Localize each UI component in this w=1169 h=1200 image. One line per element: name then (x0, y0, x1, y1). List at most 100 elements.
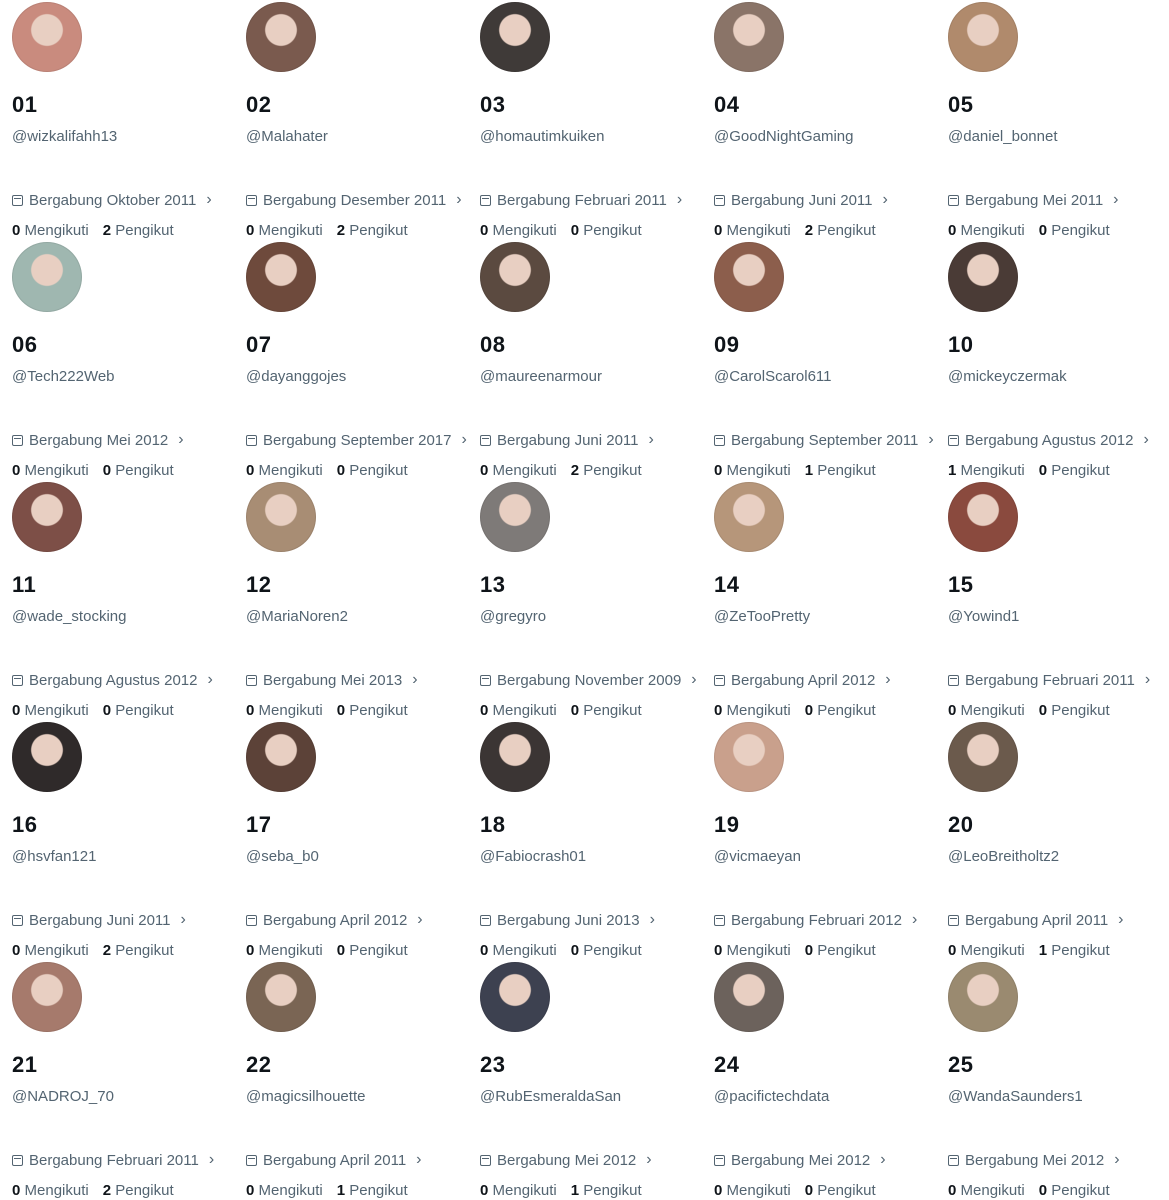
account-handle[interactable]: @gregyro (480, 608, 546, 625)
following-stat[interactable]: 0 Mengikuti (12, 222, 89, 239)
following-stat[interactable]: 0 Mengikuti (480, 462, 557, 479)
avatar[interactable] (714, 2, 784, 72)
joined-date-row[interactable]: Bergabung Februari 2011 › (948, 671, 1150, 689)
chevron-right-icon[interactable]: › (928, 431, 933, 449)
joined-date-row[interactable]: Bergabung Juni 2013 › (480, 911, 655, 929)
following-stat[interactable]: 0 Mengikuti (12, 1182, 89, 1199)
following-stat[interactable]: 0 Mengikuti (714, 222, 791, 239)
followers-stat[interactable]: 0 Pengikut (103, 702, 174, 719)
chevron-right-icon[interactable]: › (181, 911, 186, 929)
account-card[interactable]: 23 @RubEsmeraldaSan Bergabung Mei 2012 › 0 M… (468, 960, 702, 1200)
chevron-right-icon[interactable]: › (207, 671, 212, 689)
account-card[interactable]: 09 @CarolScarol611 Bergabung September 201… (702, 240, 936, 480)
followers-stat[interactable]: 2 Pengikut (805, 222, 876, 239)
account-card[interactable]: 21 @NADROJ_70 Bergabung Februari 2011 › 0 Me… (0, 960, 234, 1200)
avatar[interactable] (714, 242, 784, 312)
followers-stat[interactable]: 0 Pengikut (805, 1182, 876, 1199)
joined-date-row[interactable]: Bergabung Februari 2011 › (12, 1151, 214, 1169)
account-handle[interactable]: @vicmaeyan (714, 848, 801, 865)
account-card[interactable]: 22 @magicsilhouette Bergabung April 2011 › 0… (234, 960, 468, 1200)
joined-date-row[interactable]: Bergabung April 2012 › (246, 911, 423, 929)
joined-date-row[interactable]: Bergabung Juni 2011 › (714, 191, 888, 209)
avatar[interactable] (246, 2, 316, 72)
following-stat[interactable]: 0 Mengikuti (948, 702, 1025, 719)
chevron-right-icon[interactable]: › (1118, 911, 1123, 929)
followers-stat[interactable]: 1 Pengikut (571, 1182, 642, 1199)
avatar[interactable] (948, 242, 1018, 312)
following-stat[interactable]: 0 Mengikuti (714, 702, 791, 719)
account-card[interactable]: 01 @wizkalifahh13 Bergabung Oktober 2011 › 0… (0, 0, 234, 240)
chevron-right-icon[interactable]: › (649, 431, 654, 449)
joined-date-row[interactable]: Bergabung September 2011 › (714, 431, 934, 449)
followers-stat[interactable]: 0 Pengikut (805, 942, 876, 959)
chevron-right-icon[interactable]: › (650, 911, 655, 929)
followers-stat[interactable]: 0 Pengikut (1039, 702, 1110, 719)
joined-date-row[interactable]: Bergabung September 2017 › (246, 431, 467, 449)
account-handle[interactable]: @seba_b0 (246, 848, 319, 865)
followers-stat[interactable]: 0 Pengikut (1039, 1182, 1110, 1199)
following-stat[interactable]: 0 Mengikuti (714, 942, 791, 959)
account-card[interactable]: 16 @hsvfan121 Bergabung Juni 2011 › 0 Mengik… (0, 720, 234, 960)
chevron-right-icon[interactable]: › (912, 911, 917, 929)
avatar[interactable] (948, 2, 1018, 72)
followers-stat[interactable]: 0 Pengikut (103, 462, 174, 479)
account-card[interactable]: 07 @dayanggojes Bergabung September 2017 › 0… (234, 240, 468, 480)
following-stat[interactable]: 0 Mengikuti (480, 222, 557, 239)
joined-date-row[interactable]: Bergabung Februari 2011 › (480, 191, 682, 209)
account-card[interactable]: 12 @MariaNoren2 Bergabung Mei 2013 › 0 Mengi… (234, 480, 468, 720)
avatar[interactable] (12, 722, 82, 792)
joined-date-row[interactable]: Bergabung April 2011 › (948, 911, 1124, 929)
followers-stat[interactable]: 0 Pengikut (337, 942, 408, 959)
joined-date-row[interactable]: Bergabung Februari 2012 › (714, 911, 917, 929)
following-stat[interactable]: 0 Mengikuti (714, 462, 791, 479)
followers-stat[interactable]: 2 Pengikut (103, 1182, 174, 1199)
account-card[interactable]: 10 @mickeyczermak Bergabung Agustus 2012 › 1… (936, 240, 1169, 480)
chevron-right-icon[interactable]: › (456, 191, 461, 209)
joined-date-row[interactable]: Bergabung Oktober 2011 › (12, 191, 212, 209)
avatar[interactable] (246, 722, 316, 792)
account-card[interactable]: 02 @Malahater Bergabung Desember 2011 › 0 Me… (234, 0, 468, 240)
followers-stat[interactable]: 0 Pengikut (571, 942, 642, 959)
joined-date-row[interactable]: Bergabung Mei 2012 › (12, 431, 184, 449)
account-card[interactable]: 11 @wade_stocking Bergabung Agustus 2012 › 0… (0, 480, 234, 720)
followers-stat[interactable]: 1 Pengikut (805, 462, 876, 479)
chevron-right-icon[interactable]: › (646, 1151, 651, 1169)
chevron-right-icon[interactable]: › (1113, 191, 1118, 209)
followers-stat[interactable]: 0 Pengikut (805, 702, 876, 719)
following-stat[interactable]: 0 Mengikuti (480, 942, 557, 959)
account-card[interactable]: 18 @Fabiocrash01 Bergabung Juni 2013 › 0 Men… (468, 720, 702, 960)
account-handle[interactable]: @Malahater (246, 128, 328, 145)
joined-date-row[interactable]: Bergabung Mei 2012 › (480, 1151, 652, 1169)
chevron-right-icon[interactable]: › (178, 431, 183, 449)
following-stat[interactable]: 0 Mengikuti (12, 462, 89, 479)
joined-date-row[interactable]: Bergabung Agustus 2012 › (948, 431, 1149, 449)
joined-date-row[interactable]: Bergabung Mei 2013 › (246, 671, 418, 689)
joined-date-row[interactable]: Bergabung Agustus 2012 › (12, 671, 213, 689)
account-handle[interactable]: @mickeyczermak (948, 368, 1067, 385)
chevron-right-icon[interactable]: › (885, 671, 890, 689)
following-stat[interactable]: 1 Mengikuti (948, 462, 1025, 479)
account-handle[interactable]: @homautimkuiken (480, 128, 604, 145)
avatar[interactable] (714, 962, 784, 1032)
account-handle[interactable]: @Fabiocrash01 (480, 848, 586, 865)
following-stat[interactable]: 0 Mengikuti (246, 702, 323, 719)
account-card[interactable]: 03 @homautimkuiken Bergabung Februari 2011… (468, 0, 702, 240)
account-card[interactable]: 20 @LeoBreitholtz2 Bergabung April 2011 › 0 … (936, 720, 1169, 960)
avatar[interactable] (12, 962, 82, 1032)
account-handle[interactable]: @WandaSaunders1 (948, 1088, 1083, 1105)
followers-stat[interactable]: 0 Pengikut (571, 222, 642, 239)
followers-stat[interactable]: 1 Pengikut (337, 1182, 408, 1199)
followers-stat[interactable]: 0 Pengikut (337, 702, 408, 719)
following-stat[interactable]: 0 Mengikuti (480, 1182, 557, 1199)
avatar[interactable] (714, 482, 784, 552)
avatar[interactable] (948, 482, 1018, 552)
account-handle[interactable]: @CarolScarol611 (714, 368, 832, 385)
avatar[interactable] (480, 482, 550, 552)
joined-date-row[interactable]: Bergabung April 2011 › (246, 1151, 422, 1169)
account-handle[interactable]: @wade_stocking (12, 608, 126, 625)
account-handle[interactable]: @wizkalifahh13 (12, 128, 117, 145)
joined-date-row[interactable]: Bergabung Mei 2012 › (948, 1151, 1120, 1169)
avatar[interactable] (714, 722, 784, 792)
following-stat[interactable]: 0 Mengikuti (246, 942, 323, 959)
avatar[interactable] (246, 482, 316, 552)
